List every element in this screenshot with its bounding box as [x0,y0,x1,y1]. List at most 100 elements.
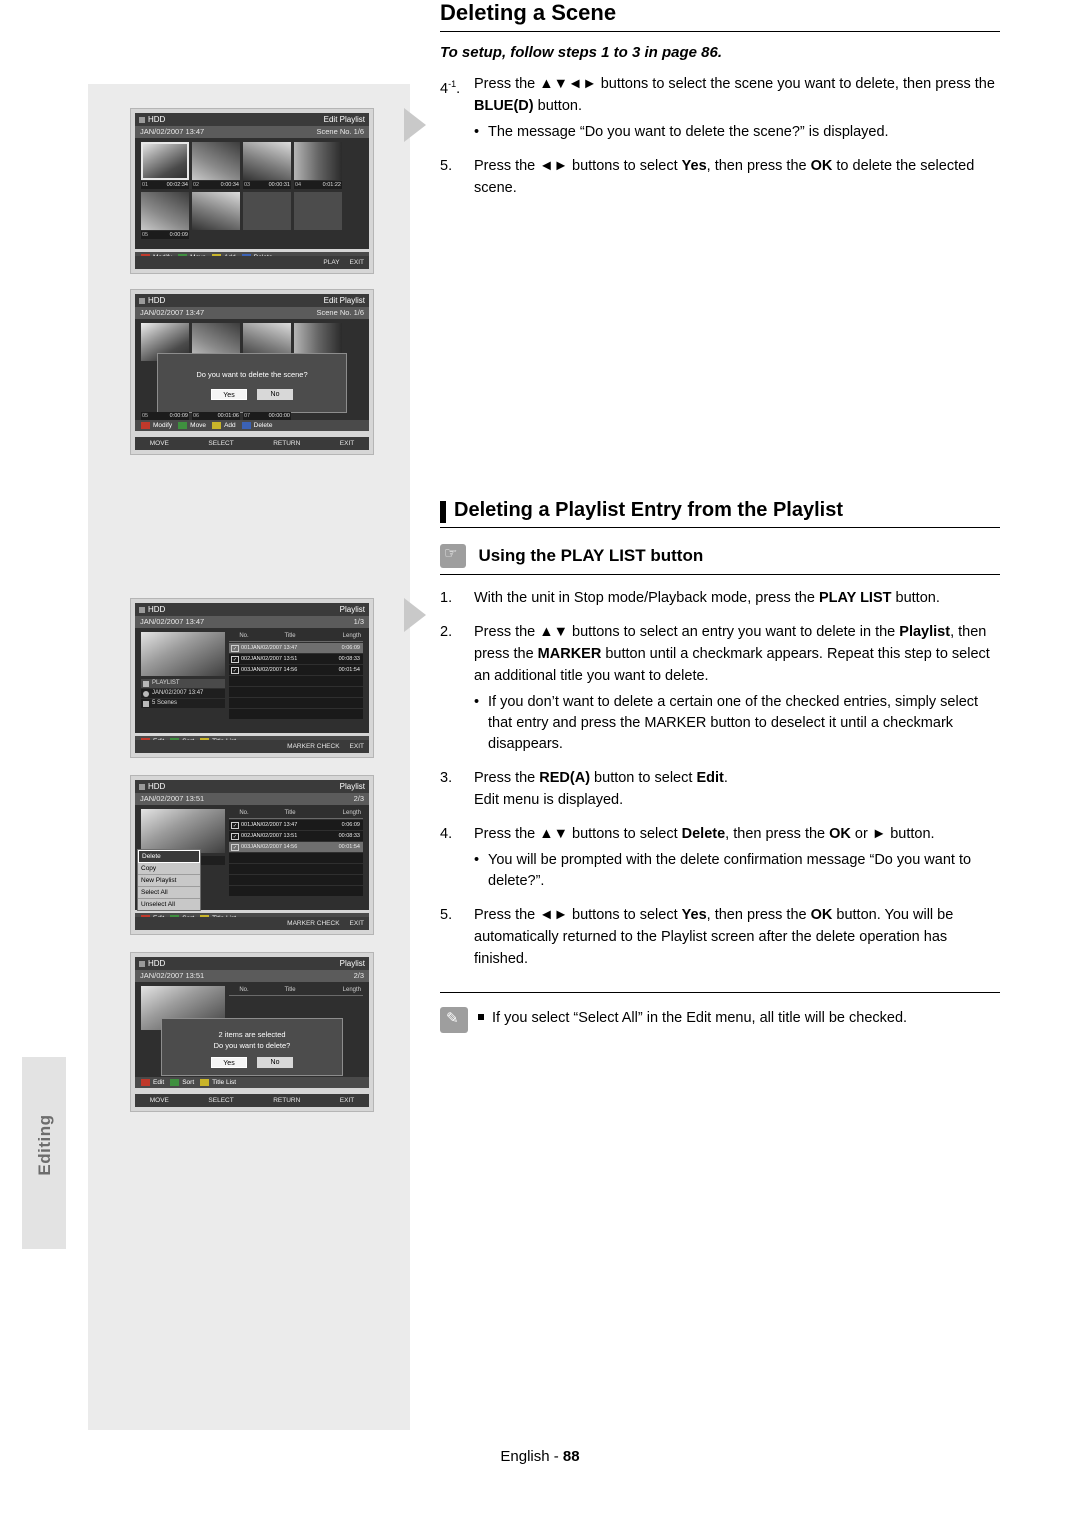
row-title: JAN/02/2007 14:56 [250,667,298,673]
screen-source-label: HDD [139,113,165,126]
exit-hint: EXIT [349,259,364,266]
playlist-row[interactable]: ✓ 003 JAN/02/2007 14:56 00:01:54 [229,842,363,852]
scene-time: 00:02:34 [166,182,188,188]
column-header-length: Length [342,633,361,639]
playlist-row[interactable]: ✓ 001 JAN/02/2007 13:47 0:06:09 [229,643,363,653]
screen-body: PLAYLIST JAN/02/2007 13:47 5 Scenes No. … [135,628,369,733]
row-length: 00:08:33 [338,833,360,839]
chapter-side-tab: Editing [22,1057,66,1249]
setup-subhead: To setup, follow steps 1 to 3 in page 86… [440,44,722,61]
scene-thumbnail[interactable] [192,192,240,230]
color-key-label: Title List [212,1079,237,1086]
color-key-label: Edit [153,1079,165,1086]
step-number: 5. [440,158,453,174]
playlist-row[interactable]: ✓ 001 JAN/02/2007 13:47 0:06:09 [229,820,363,830]
row-checkbox[interactable]: ✓ [231,666,239,674]
row-checkbox[interactable]: ✓ [231,843,239,851]
select-hint: SELECT [208,1097,234,1104]
color-key-move[interactable]: Move [178,422,206,429]
screen-date-label: JAN/02/2007 13:51 [140,971,205,980]
scene-thumbnail-row-1 [141,142,363,180]
scene-thumbnail[interactable] [294,142,342,180]
row-length: 00:01:54 [338,844,360,850]
screen-counter-label: 2/3 [353,971,364,980]
color-key-edit[interactable]: Edit [141,1079,164,1086]
edit-menu-item-select-all[interactable]: Select All [138,887,200,899]
row-checkbox[interactable]: ✓ [231,821,239,829]
playlist-row[interactable]: ✓ 003 JAN/02/2007 14:56 00:01:54 [229,665,363,675]
edit-menu-item-new-playlist[interactable]: New Playlist [138,875,200,887]
step-5-playlist: 5. Press the ◄► buttons to select Yes, t… [440,904,1000,970]
step-number: 5. [440,907,453,923]
scene-thumbnail[interactable] [192,142,240,180]
dialog-no-button[interactable]: No [257,1057,293,1068]
edit-menu-item-unselect-all[interactable]: Unselect All [138,899,200,910]
scene-time: 00:00:31 [268,182,290,188]
step-text: Press the ◄► buttons to select Yes, then… [474,158,975,196]
row-checkbox[interactable]: ✓ [231,644,239,652]
screen-date-label: JAN/02/2007 13:51 [140,794,205,803]
article-content: Deleting a Scene To setup, follow steps … [440,0,1000,1033]
playlist-thumbnail[interactable] [141,632,225,676]
column-header-title: Title [284,633,296,639]
scene-no: 05 [142,413,149,419]
color-key-row: Modify Move Add Delete [135,420,369,431]
edit-menu-item-delete[interactable]: Delete [138,850,200,863]
playlist-preview-pane: PLAYLIST JAN/02/2007 13:47 5 Scenes [141,632,225,709]
dialog-yes-button[interactable]: Yes [211,1057,247,1068]
color-key-title-list[interactable]: Title List [200,1079,236,1086]
row-checkbox[interactable]: ✓ [231,832,239,840]
row-length: 00:01:54 [338,667,360,673]
playlist-row[interactable]: ✓ 002 JAN/02/2007 13:51 00:08:33 [229,831,363,841]
marker-check-hint: MARKER CHECK [287,743,340,750]
title-rule [440,31,1000,32]
page-footer: English - 88 [0,1448,1080,1465]
scene-time-cell: 05 0:00:09 [141,231,189,239]
dialog-no-button[interactable]: No [257,389,293,400]
screen-source-label: HDD [139,780,165,793]
chapter-side-tab-label: Editing [35,1114,54,1176]
playlist-empty-row [229,886,363,896]
playlist-info-label: JAN/02/2007 13:47 [152,690,204,696]
delete-playlist-dialog: 2 items are selected Do you want to dele… [161,1018,343,1076]
note-box: If you select “Select All” in the Edit m… [440,992,1000,1033]
screen-scene-delete-confirm: HDD Edit Playlist JAN/02/2007 13:47 Scen… [130,289,374,455]
row-title: JAN/02/2007 14:56 [250,844,298,850]
row-length: 0:06:09 [341,822,360,828]
scene-thumbnail[interactable] [141,192,189,230]
bullet-deselect: • If you don’t want to delete a certain … [440,692,1000,755]
scene-thumbnail[interactable] [243,142,291,180]
screen-playlist-delete-confirm: HDD Playlist JAN/02/2007 13:51 2/3 No. T… [130,952,374,1112]
screen-body: 01 00:02:34 02 0:00:34 03 00:00:31 04 0:… [135,138,369,249]
playlist-icon [143,680,149,687]
hand-pointer-icon [440,544,466,568]
playlist-info: PLAYLIST JAN/02/2007 13:47 5 Scenes [141,679,225,708]
color-key-add[interactable]: Add [212,422,236,429]
column-header-no: No. [239,810,249,816]
scene-thumbnail[interactable] [141,142,189,180]
edit-menu-item-copy[interactable]: Copy [138,863,200,875]
section-title-playlist: Deleting a Playlist Entry from the Playl… [440,499,1000,523]
screen-mode-label: Playlist [339,782,365,791]
screen-body: 7 13:51 Delete Copy New Playlist Select … [135,805,369,911]
playlist-info-label: PLAYLIST [152,680,180,686]
screen-titlebar: HDD Playlist [135,603,369,616]
playlist-thumbnail[interactable] [141,809,225,853]
screen-mode-label: Playlist [339,959,365,968]
exit-hint: EXIT [349,920,364,927]
color-key-delete[interactable]: Delete [241,422,272,429]
scene-thumbnail[interactable] [243,192,291,230]
dialog-line-2: Do you want to delete? [213,1041,291,1050]
row-checkbox[interactable]: ✓ [231,655,239,663]
step-2-playlist: 2. Press the ▲▼ buttons to select an ent… [440,621,1000,687]
screen-mode-label: Edit Playlist [323,115,365,124]
playlist-table-header: No. Title Length [229,809,363,819]
dialog-yes-button[interactable]: Yes [211,389,247,400]
color-key-modify[interactable]: Modify [141,422,172,429]
yellow-key-icon [200,1079,210,1086]
bullet-confirm-message: • You will be prompted with the delete c… [440,850,1000,892]
color-key-sort[interactable]: Sort [170,1079,194,1086]
scene-thumbnail[interactable] [294,192,342,230]
playlist-row[interactable]: ✓ 002 JAN/02/2007 13:51 00:08:33 [229,654,363,664]
exit-hint: EXIT [349,743,364,750]
